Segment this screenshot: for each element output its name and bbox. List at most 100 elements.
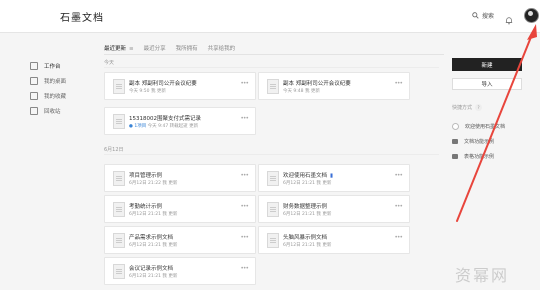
folder-icon [452, 154, 458, 159]
import-button[interactable]: 导入 [452, 78, 522, 90]
file-tabs: 最近更新 最近分享 我所拥有 共享给我的 [104, 44, 235, 52]
doc-meta: 6月12日 21:22 我 更新 [129, 181, 178, 186]
trash-icon [30, 106, 38, 115]
new-button[interactable]: 新建 [452, 58, 522, 71]
notification-button[interactable] [505, 10, 513, 29]
doc-title: 副本 郑副利司公开会议纪要 [129, 81, 197, 87]
more-icon[interactable]: ••• [240, 172, 249, 179]
doc-title: 产品需求示例文档 [129, 235, 174, 241]
tab-owned[interactable]: 我所拥有 [176, 44, 198, 52]
workspace-icon [30, 61, 38, 70]
doc-meta-text: 今天 9:47 转载起逝 更新 [147, 124, 199, 129]
doc-card[interactable]: 副本 郑副利司公开会议纪要 今天 9:50 我 更新 ••• [104, 72, 256, 100]
sidebar-item-label: 我的桌面 [44, 78, 67, 85]
document-icon [267, 202, 279, 217]
sidebar-item-desktop[interactable]: 我的桌面 [30, 73, 90, 88]
shortcut-label: 文档功能示例 [464, 139, 495, 145]
document-icon [267, 171, 279, 186]
doc-card[interactable]: 欢迎使用石墨文档 ▮ 6月12日 21:21 我 更新 ••• [258, 164, 410, 192]
document-icon [267, 233, 279, 248]
more-icon[interactable]: ••• [240, 265, 249, 272]
doc-card[interactable]: 副本 郑副利司公开会议纪要 今天 9:48 我 更新 ••• [258, 72, 410, 100]
search-icon [472, 12, 479, 19]
shortcut-label: 表格功能示例 [464, 154, 495, 160]
sidebar-item-workspace[interactable]: 工作台 [30, 58, 90, 73]
doc-card[interactable]: 会议记录示例文档 6月12日 21:21 我 更新 ••• [104, 257, 256, 285]
doc-meta: 6月12日 21:21 我 更新 [129, 243, 178, 248]
more-icon[interactable]: ••• [394, 203, 403, 210]
watermark: 资幂网 [455, 266, 510, 285]
doc-title: 副本 郑副利司公开会议纪要 [283, 81, 351, 87]
doc-meta: 今天 9:48 我 更新 [283, 89, 320, 94]
app-logo[interactable]: 石墨文档 [60, 9, 104, 24]
sidebar-item-favorites[interactable]: 我的收藏 [30, 88, 90, 103]
shortcut-item[interactable]: 表格功能示例 [452, 153, 494, 160]
tab-divider [104, 54, 444, 55]
more-icon[interactable]: ••• [240, 115, 249, 122]
section-divider [104, 67, 439, 68]
doc-title: 头脑风暴示例文档 [283, 235, 328, 241]
more-icon[interactable]: ••• [394, 234, 403, 241]
sidebar-item-label: 回收站 [44, 108, 61, 115]
doc-meta: 6月12日 21:21 我 更新 [283, 243, 332, 248]
doc-title: 15318002围聚支付式需记录 [129, 116, 201, 122]
doc-card[interactable]: 头脑风暴示例文档 6月12日 21:21 我 更新 ••• [258, 226, 410, 254]
document-icon [113, 114, 125, 129]
doc-meta: 6月12日 21:21 我 更新 [129, 212, 178, 217]
section-title-date: 6月12日 [104, 147, 124, 153]
doc-card[interactable]: 产品需求示例文档 6月12日 21:21 我 更新 ••• [104, 226, 256, 254]
more-icon[interactable]: ••• [240, 203, 249, 210]
help-icon[interactable]: ? [475, 104, 483, 111]
sidebar-item-trash[interactable]: 回收站 [30, 103, 90, 118]
doc-title: 项目管理示例 [129, 173, 163, 179]
shortcut-title: 快捷方式 [452, 105, 473, 111]
shortcut-label: 欢迎使用石墨文档 [465, 124, 506, 130]
doc-meta: 6月12日 21:21 我 更新 [129, 274, 178, 279]
doc-card[interactable]: 考勤统计示例 6月12日 21:21 我 更新 ••• [104, 195, 256, 223]
tab-shared-with-me[interactable]: 共享给我的 [208, 44, 236, 52]
bell-icon [505, 17, 513, 25]
desktop-icon [30, 76, 38, 85]
doc-title: 财务数据整理示例 [283, 204, 328, 210]
doc-title: 欢迎使用石墨文档 ▮ [283, 171, 333, 179]
folder-icon [452, 139, 458, 144]
top-bar: 石墨文档 搜索 [0, 0, 540, 33]
doc-meta: 6月12日 21:21 我 更新 [283, 212, 332, 217]
doc-title: 考勤统计示例 [129, 204, 163, 210]
doc-meta: ● 1项目 今天 9:47 转载起逝 更新 [129, 123, 198, 129]
sidebar-item-label: 我的收藏 [44, 93, 67, 100]
bookmark-icon [30, 91, 38, 100]
search-button[interactable]: 搜索 [472, 11, 494, 20]
document-icon [267, 79, 279, 94]
shortcut-item[interactable]: 文档功能示例 [452, 138, 494, 145]
document-icon [113, 171, 125, 186]
collaborator-badge: ● 1项目 [129, 124, 147, 129]
doc-meta: 今天 9:50 我 更新 [129, 89, 166, 94]
tab-recent[interactable]: 最近更新 [104, 44, 134, 52]
document-icon [113, 79, 125, 94]
doc-card[interactable]: 项目管理示例 6月12日 21:22 我 更新 ••• [104, 164, 256, 192]
more-icon[interactable]: ••• [394, 172, 403, 179]
document-icon [113, 233, 125, 248]
bookmark-icon: ▮ [330, 173, 334, 179]
sidebar-item-label: 工作台 [44, 63, 61, 70]
section-title-today: 今天 [104, 60, 115, 66]
tab-shared[interactable]: 最近分享 [144, 44, 166, 52]
search-label: 搜索 [482, 13, 495, 20]
doc-title-text: 欢迎使用石墨文档 [283, 173, 328, 179]
section-divider [104, 154, 439, 155]
doc-card[interactable]: 财务数据整理示例 6月12日 21:21 我 更新 ••• [258, 195, 410, 223]
user-avatar[interactable] [524, 8, 539, 23]
document-icon [113, 264, 125, 279]
more-icon[interactable]: ••• [240, 80, 249, 87]
more-icon[interactable]: ••• [394, 80, 403, 87]
doc-meta: 6月12日 21:21 我 更新 [283, 181, 332, 186]
shortcut-item[interactable]: 欢迎使用石墨文档 [452, 123, 505, 130]
document-icon [113, 202, 125, 217]
circle-icon [452, 123, 459, 130]
shortcut-header: 快捷方式? [452, 104, 483, 111]
doc-title: 会议记录示例文档 [129, 266, 174, 272]
sidebar: 工作台 我的桌面 我的收藏 回收站 [30, 58, 90, 118]
doc-card[interactable]: 15318002围聚支付式需记录 ● 1项目 今天 9:47 转载起逝 更新 •… [104, 107, 256, 135]
more-icon[interactable]: ••• [240, 234, 249, 241]
